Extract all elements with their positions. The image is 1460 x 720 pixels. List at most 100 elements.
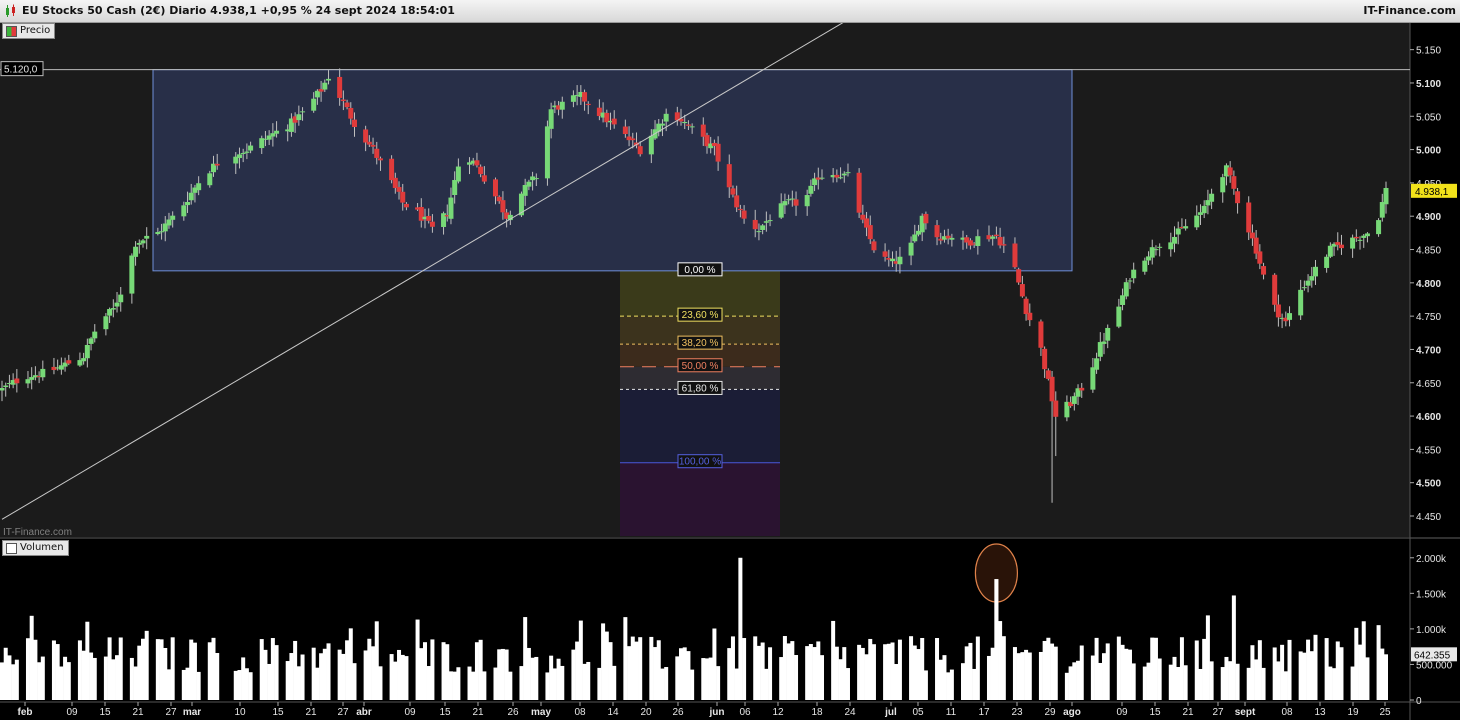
candle-body [426, 215, 432, 221]
volume-bar [1090, 655, 1095, 700]
volume-bar [144, 630, 149, 700]
candle-body [1298, 289, 1304, 316]
volume-bar [11, 664, 16, 700]
range-rectangle[interactable] [152, 69, 1073, 272]
volume-bar [1127, 649, 1132, 700]
volume-bar [1384, 654, 1388, 700]
volume-bar [1235, 663, 1240, 700]
volume-bar [322, 648, 327, 700]
candle-body [400, 191, 406, 203]
time-tick-label: 20 [640, 707, 652, 718]
volume-bar [1298, 651, 1303, 700]
candle-body [1042, 348, 1048, 370]
candle-body [478, 166, 484, 175]
volume-bar [504, 649, 509, 700]
volume-bar [834, 646, 839, 700]
volume-bar [393, 661, 398, 700]
volume-bar [1150, 637, 1155, 700]
time-tick-label: 26 [672, 707, 684, 718]
price-tick-label: 5.050 [1416, 112, 1441, 123]
volume-bar [897, 639, 902, 700]
candle-body [1094, 358, 1100, 370]
volume-bar [1072, 662, 1077, 700]
candle-body [663, 113, 669, 122]
price-tick-label: 4.550 [1416, 445, 1441, 456]
price-tick-label: 4.650 [1416, 379, 1441, 390]
volume-legend-label: Volumen [20, 542, 64, 553]
candle-body [170, 215, 176, 220]
time-tick-label: 23 [1011, 707, 1023, 718]
candle-body [1172, 236, 1178, 244]
candle-body [81, 358, 87, 362]
volume-bar [920, 637, 925, 700]
candle-body [1027, 312, 1033, 321]
volume-bar [103, 656, 108, 700]
volume-bar [215, 653, 220, 700]
candle-body [374, 148, 380, 158]
volume-bar [1194, 640, 1199, 700]
volume-bar [1176, 666, 1181, 700]
volume-bar [296, 666, 301, 700]
candle-body [1053, 400, 1059, 417]
candle-body [1261, 266, 1267, 275]
candle-body [767, 220, 773, 222]
candle-body [1012, 243, 1018, 268]
candle-body [838, 177, 844, 179]
candle-body [548, 109, 554, 129]
volume-bar [426, 666, 431, 700]
candle-body [1287, 313, 1293, 320]
candle-body [140, 240, 146, 244]
brand-label: IT-Finance.com [1363, 4, 1456, 17]
volume-bar [248, 672, 253, 700]
time-tick-label: 25 [1379, 707, 1391, 718]
candle-body [1272, 274, 1278, 305]
volume-bar [656, 640, 661, 700]
volume-bar [115, 655, 120, 700]
volume-bar [1079, 645, 1084, 700]
price-volume-chart[interactable]: 0,00 % 23,60 % 38,20 % 50,00 % 61,80 % 100,00… [0, 23, 1460, 720]
time-tick-label: 08 [574, 707, 586, 718]
candle-body [871, 241, 877, 251]
volume-bar [1027, 652, 1032, 700]
candle-body [1353, 236, 1359, 239]
volume-bar [968, 642, 973, 700]
volume-bar [679, 648, 684, 700]
time-tick-label: abr [356, 707, 372, 718]
fib-label: 61,80 % [682, 383, 719, 394]
candle-body [429, 221, 435, 227]
fib-band [620, 389, 780, 463]
time-tick-label: 11 [946, 707, 957, 718]
volume-bar [742, 638, 747, 700]
candle-body [1231, 176, 1237, 189]
candle-body [763, 221, 769, 223]
price-legend[interactable]: Precio [2, 23, 56, 39]
volume-bar [1064, 672, 1069, 700]
volume-bar [704, 658, 709, 700]
volume-bar [445, 644, 450, 700]
candle-body [1097, 342, 1103, 357]
candle-body [351, 119, 357, 128]
candle-body [1153, 249, 1159, 251]
volume-bar [912, 645, 917, 700]
candle-body [66, 360, 72, 364]
volume-bar [730, 636, 735, 700]
volume-bar [1276, 661, 1281, 700]
candle-body [92, 331, 98, 339]
volume-bar [1168, 664, 1173, 700]
volume-bar [118, 637, 123, 700]
volume-bar [1335, 641, 1340, 700]
time-tick-label: sept [1235, 707, 1256, 718]
volume-bar [192, 642, 197, 700]
volume-bar [155, 639, 160, 700]
volume-swatch-icon [6, 542, 17, 554]
volume-bar [1361, 621, 1366, 700]
volume-legend[interactable]: Volumen [2, 540, 69, 556]
candle-body [159, 231, 165, 233]
volume-bar [363, 650, 368, 700]
candle-body [752, 219, 758, 230]
candle-body [1324, 256, 1330, 268]
time-tick-label: 19 [1347, 707, 1359, 718]
volume-bar [842, 647, 847, 700]
volume-bar [1283, 671, 1288, 700]
candle-body [51, 366, 57, 371]
